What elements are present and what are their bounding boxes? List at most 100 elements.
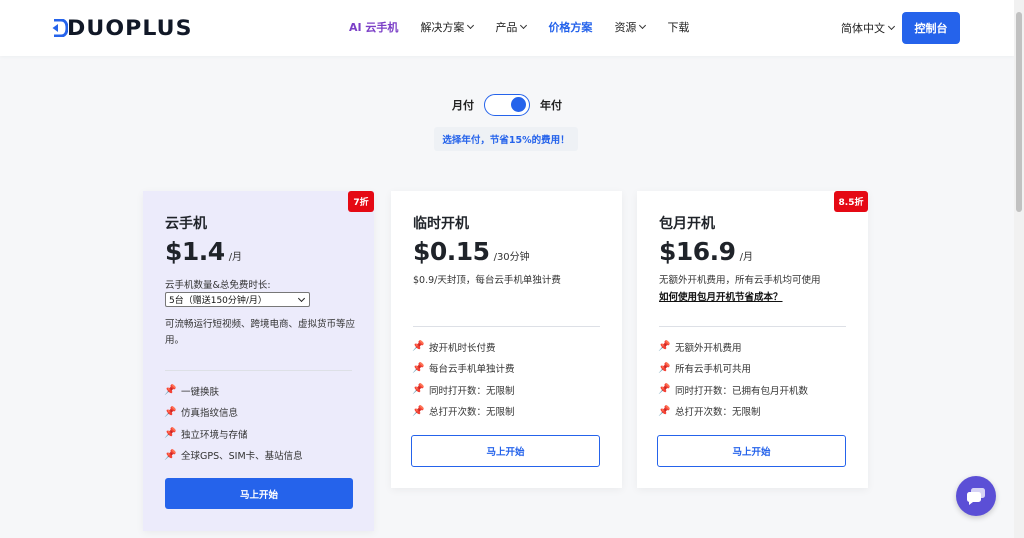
pin-icon: 📌 [412,384,425,396]
nav-item-download[interactable]: 下载 [667,19,689,35]
plan-description: 无额外开机费用，所有云手机均可使用 [659,275,821,286]
price-unit: /月 [739,252,753,263]
plan-card-cloud-phone: 7折 云手机 $1.4 /月 云手机数量&总免费时长: 5台（赠送150分钟/月… [143,191,374,531]
price-unit: /30分钟 [493,252,530,263]
feature-item: 📌 仿真指纹信息 [164,402,303,424]
plan-price: $1.4 /月 [165,237,242,266]
price-amount: $0.15 [413,237,490,266]
feature-item: 📌 同时打开数：无限制 [412,379,514,401]
quantity-select[interactable]: 5台（赠送150分钟/月） [165,292,310,307]
pin-icon: 📌 [412,362,425,374]
quantity-label: 云手机数量&总免费时长: [165,280,271,291]
main-nav: AI 云手机 解决方案 产品 价格方案 资源 下载 [349,19,711,35]
nav-label: AI 云手机 [349,21,399,34]
discount-badge: 7折 [348,191,374,212]
chevron-down-icon [297,294,306,303]
save-hint-badge: 选择年付，节省15%的费用！ [434,127,578,151]
billing-toggle[interactable] [484,94,530,116]
feature-item: 📌 一键换肤 [164,380,303,402]
monthly-label[interactable]: 月付 [452,97,474,113]
nav-item-ai-cloud-phone[interactable]: AI 云手机 [349,19,398,35]
pin-icon: 📌 [658,384,671,396]
feature-text: 全球GPS、SIM卡、基站信息 [181,451,303,463]
price-amount: $16.9 [659,237,736,266]
divider [413,326,600,327]
plan-title: 云手机 [165,216,207,232]
feature-text: 总打开次数：无限制 [675,407,761,419]
nav-label: 价格方案 [548,21,593,34]
plan-price: $0.15 /30分钟 [413,237,530,266]
feature-item: 📌 总打开次数：无限制 [412,401,515,423]
plan-title: 包月开机 [659,216,715,232]
nav-item-pricing[interactable]: 价格方案 [548,19,592,35]
pin-icon: 📌 [412,405,425,417]
feature-list: 📌 一键换肤 📌 仿真指纹信息 📌 独立环境与存储 📌 全球GPS、SIM卡、基站信息 [164,380,303,467]
nav-item-solutions[interactable]: 解决方案 [420,19,475,35]
select-value: 5台（赠送150分钟/月） [169,296,267,306]
toggle-knob [511,97,526,112]
yearly-label[interactable]: 年付 [540,97,562,113]
feature-list: 📌 无额外开机费用 📌 所有云手机可共用 📌 同时打开数：已拥有包月开机数 📌 总打开次… [658,336,809,423]
price-amount: $1.4 [165,237,225,266]
feature-item: 📌 每台云手机单独计费 [412,358,515,380]
chevron-down-icon [887,22,896,31]
pin-icon: 📌 [164,406,177,418]
start-now-button[interactable]: 马上开始 [165,478,353,509]
feature-item: 📌 无额外开机费用 [658,336,808,358]
save-cost-link[interactable]: 如何使用包月开机节省成本？ [659,289,783,303]
nav-label: 下载 [667,21,690,34]
pin-icon: 📌 [658,362,671,374]
nav-label: 产品 [495,21,518,34]
top-navbar: DUOPLUS AI 云手机 解决方案 产品 价格方案 资源 下载 简体中文 控… [0,0,1014,56]
divider [659,326,846,327]
plan-card-monthly-boot: 8.5折 包月开机 $16.9 /月 无额外开机费用，所有云手机均可使用 如何使… [637,191,868,488]
logo-text: DUOPLUS [67,16,193,40]
console-button[interactable]: 控制台 [902,12,960,44]
pin-icon: 📌 [412,341,425,353]
page-scrollbar[interactable] [1014,0,1024,538]
chevron-down-icon [467,21,475,30]
feature-item: 📌 同时打开数：已拥有包月开机数 [658,379,809,401]
feature-item: 📌 总打开次数：无限制 [658,401,808,423]
logo-icon [52,19,68,37]
chevron-down-icon [639,21,647,30]
feature-list: 📌 按开机时长付费 📌 每台云手机单独计费 📌 同时打开数：无限制 📌 总打开次数：无限… [412,336,515,423]
chevron-down-icon [520,21,528,30]
feature-item: 📌 独立环境与存储 [164,423,303,445]
price-unit: /月 [228,252,243,263]
feature-text: 无额外开机费用 [675,342,742,354]
chat-icon [967,488,985,505]
feature-text: 同时打开数：已拥有包月开机数 [675,385,809,397]
plan-card-temporary-boot: 临时开机 $0.15 /30分钟 $0.9/天封顶，每台云手机单独计费 📌 按开机… [391,191,622,488]
scrollbar-thumb[interactable] [1016,12,1022,212]
feature-item: 📌 按开机时长付费 [412,336,515,358]
feature-text: 总打开次数：无限制 [429,407,515,419]
language-label: 简体中文 [841,22,885,35]
nav-item-products[interactable]: 产品 [495,19,528,35]
pin-icon: 📌 [164,449,177,461]
feature-text: 所有云手机可共用 [675,364,752,376]
feature-text: 每台云手机单独计费 [429,364,515,376]
pin-icon: 📌 [164,385,177,397]
duoplus-logo[interactable]: DUOPLUS [52,16,193,40]
nav-label: 解决方案 [420,21,465,34]
feature-text: 仿真指纹信息 [181,408,239,420]
language-selector[interactable]: 简体中文 [841,20,896,36]
nav-item-resources[interactable]: 资源 [614,19,647,35]
pin-icon: 📌 [658,341,671,353]
feature-text: 按开机时长付费 [429,342,496,354]
feature-text: 独立环境与存储 [181,429,248,441]
feature-item: 📌 全球GPS、SIM卡、基站信息 [164,445,303,467]
plan-description: 可流畅运行短视频、跨境电商、虚拟货币等应用。 [165,319,356,346]
plan-price: $16.9 /月 [659,237,753,266]
pin-icon: 📌 [658,405,671,417]
chat-widget-button[interactable] [956,476,996,516]
start-now-button[interactable]: 马上开始 [657,435,846,467]
divider [165,370,352,371]
pin-icon: 📌 [164,428,177,440]
billing-toggle-row: 月付 年付 [0,94,1014,116]
plan-description: $0.9/天封顶，每台云手机单独计费 [413,275,561,286]
start-now-button[interactable]: 马上开始 [411,435,600,467]
feature-item: 📌 所有云手机可共用 [658,358,808,380]
plan-title: 临时开机 [413,216,469,232]
